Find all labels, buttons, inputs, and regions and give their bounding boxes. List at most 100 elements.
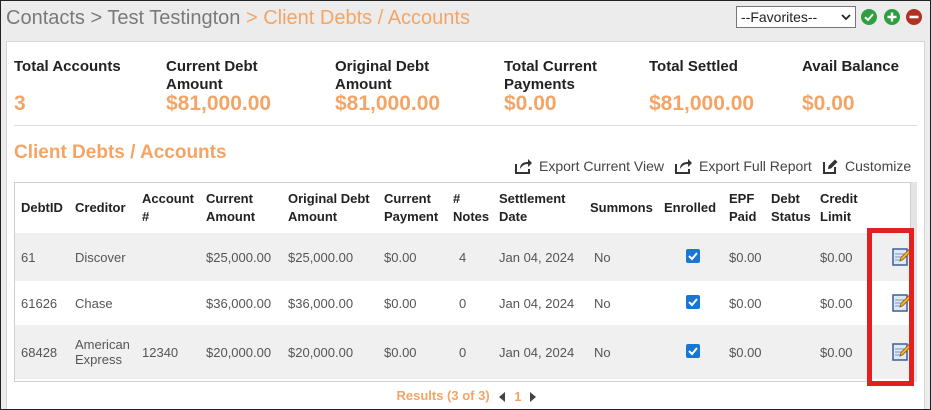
breadcrumb-contacts[interactable]: Contacts [6, 7, 85, 29]
col-header-current-payment[interactable]: Current Payment [378, 183, 447, 233]
cell-current-payment: $0.00 [378, 233, 447, 281]
stat-value: $0.00 [504, 92, 557, 115]
debts-table: DebtID Creditor Account # Current Amount… [15, 183, 910, 379]
stat-label: Avail Balance [802, 58, 899, 75]
col-header-epf-paid[interactable]: EPF Paid [723, 183, 765, 233]
cell-notes: 4 [447, 233, 493, 281]
stat-current-debt-amount: Current Debt Amount $81,000.00 [166, 58, 316, 115]
stat-total-current-payments: Total Current Payments $0.00 [504, 58, 644, 115]
cell-enrolled [658, 233, 723, 281]
check-circle-icon[interactable] [861, 9, 877, 25]
edit-icon[interactable] [892, 292, 910, 315]
edit-icon[interactable] [892, 246, 910, 269]
export-icon [675, 159, 692, 174]
export-current-view-button[interactable]: Export Current View [515, 157, 664, 175]
table-row[interactable]: 61626 Chase $36,000.00 $36,000.00 $0.00 … [15, 281, 910, 325]
breadcrumb-current: Client Debts / Accounts [263, 7, 470, 29]
cell-current-payment: $0.00 [378, 281, 447, 325]
enrolled-checkbox[interactable] [686, 294, 700, 309]
col-header-original-debt-amount[interactable]: Original Debt Amount [282, 183, 378, 233]
export-full-report-label: Export Full Report [699, 158, 812, 174]
favorites-select[interactable]: --Favorites-- [736, 6, 856, 28]
col-header-enrolled[interactable]: Enrolled [658, 183, 723, 233]
col-header-actions [872, 183, 910, 233]
customize-icon [823, 159, 838, 174]
stat-label: Total Current Payments [504, 58, 598, 93]
stat-label: Original Debt Amount [335, 58, 430, 93]
cell-actions [872, 281, 910, 325]
cell-account [136, 281, 200, 325]
table-scrollbar[interactable] [911, 182, 917, 382]
stat-label: Current Debt Amount [166, 58, 258, 93]
cell-debt-id: 61 [15, 233, 69, 281]
cell-credit-limit: $0.00 [814, 325, 872, 379]
stat-value: 3 [14, 92, 26, 115]
remove-circle-icon[interactable] [906, 9, 922, 25]
chevron-down-icon [841, 14, 851, 21]
cell-original-amount: $25,000.00 [282, 233, 378, 281]
edit-icon[interactable] [892, 341, 910, 364]
cell-settlement-date: Jan 04, 2024 [493, 325, 584, 379]
table-row[interactable]: 61 Discover $25,000.00 $25,000.00 $0.00 … [15, 233, 910, 281]
favorites-select-value: --Favorites-- [741, 9, 818, 25]
prev-page-icon[interactable] [499, 391, 506, 402]
cell-debt-status [765, 233, 814, 281]
cell-current-amount: $36,000.00 [200, 281, 282, 325]
cell-current-payment: $0.00 [378, 325, 447, 379]
enrolled-checkbox[interactable] [686, 248, 700, 263]
cell-creditor: American Express [69, 325, 136, 379]
cell-debt-status [765, 325, 814, 379]
table-row[interactable]: 68428 American Express 12340 $20,000.00 … [15, 325, 910, 379]
add-circle-icon[interactable] [884, 9, 900, 25]
col-header-debt-status[interactable]: Debt Status [765, 183, 814, 233]
stat-value: $0.00 [802, 92, 855, 115]
cell-settlement-date: Jan 04, 2024 [493, 233, 584, 281]
col-header-notes[interactable]: # Notes [447, 183, 493, 233]
breadcrumb: Contacts > Test Testington > Client Debt… [6, 6, 470, 30]
cell-current-amount: $20,000.00 [200, 325, 282, 379]
cell-original-amount: $20,000.00 [282, 325, 378, 379]
cell-epf-paid: $0.00 [723, 325, 765, 379]
cell-actions [872, 325, 910, 379]
col-header-credit-limit[interactable]: Credit Limit [814, 183, 872, 233]
col-header-settlement-date[interactable]: Settlement Date [493, 183, 584, 233]
cell-summons: No [584, 325, 658, 379]
breadcrumb-separator: > [240, 7, 264, 29]
stat-total-accounts: Total Accounts 3 [14, 58, 164, 115]
col-header-debtid[interactable]: DebtID [15, 183, 69, 233]
export-full-report-button[interactable]: Export Full Report [675, 157, 812, 175]
cell-notes: 0 [447, 325, 493, 379]
enrolled-checkbox[interactable] [686, 343, 700, 358]
cell-enrolled [658, 325, 723, 379]
customize-button[interactable]: Customize [822, 157, 911, 175]
col-header-creditor[interactable]: Creditor [69, 183, 136, 233]
results-count: Results (3 of 3) [396, 388, 490, 403]
cell-original-amount: $36,000.00 [282, 281, 378, 325]
section-title: Client Debts / Accounts [14, 142, 227, 163]
cell-debt-status [765, 281, 814, 325]
stat-value: $81,000.00 [166, 92, 272, 115]
stat-value: $81,000.00 [335, 92, 441, 115]
breadcrumb-contact-name[interactable]: Test Testington [107, 7, 240, 29]
stat-original-debt-amount: Original Debt Amount $81,000.00 [335, 58, 485, 115]
next-page-icon[interactable] [529, 391, 537, 402]
cell-epf-paid: $0.00 [723, 281, 765, 325]
col-header-summons[interactable]: Summons [584, 183, 658, 233]
col-header-current-amount[interactable]: Current Amount [200, 183, 282, 233]
page-number[interactable]: 1 [514, 389, 521, 404]
table-header-row: DebtID Creditor Account # Current Amount… [15, 183, 910, 233]
cell-notes: 0 [447, 281, 493, 325]
cell-credit-limit: $0.00 [814, 281, 872, 325]
stat-value: $81,000.00 [649, 92, 755, 115]
cell-epf-paid: $0.00 [723, 233, 765, 281]
stat-avail-balance: Avail Balance $0.00 [802, 58, 922, 115]
stat-label: Total Accounts [14, 58, 121, 75]
pagination: Results (3 of 3) 1 [7, 388, 926, 404]
col-header-account[interactable]: Account # [136, 183, 200, 233]
cell-account [136, 233, 200, 281]
breadcrumb-separator: > [84, 7, 108, 29]
cell-creditor: Discover [69, 233, 136, 281]
export-current-view-label: Export Current View [539, 158, 665, 174]
cell-current-amount: $25,000.00 [200, 233, 282, 281]
cell-debt-id: 61626 [15, 281, 69, 325]
